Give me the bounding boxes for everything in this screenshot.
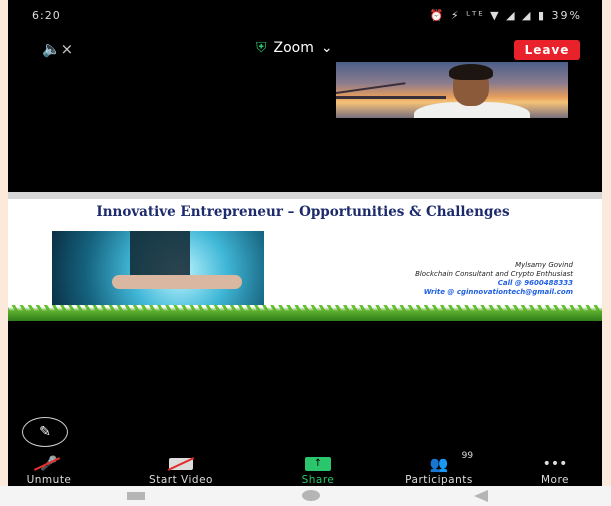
meeting-title-dropdown[interactable]: ⛨ Zoom ⌄ [256, 40, 333, 56]
back-button-icon[interactable] [474, 490, 488, 502]
leave-button[interactable]: Leave [514, 40, 580, 60]
grass-decoration [8, 307, 602, 321]
unmute-label: Unmute [26, 474, 72, 486]
chevron-down-icon: ⌄ [320, 40, 333, 56]
person-hair [449, 64, 493, 80]
zoom-meeting-screen: 6:20 ⏰ ⚡ ᴸᵀᴱ ▼ ◢ ◢ ▮ 39% 🔈× ⛨ Zoom ⌄ Lea… [8, 0, 602, 506]
meeting-top-bar: 🔈× ⛨ Zoom ⌄ Leave [8, 36, 602, 64]
microphone-muted-icon: 🎤 [34, 455, 61, 472]
presenter-phone: Call @ 9600488333 [497, 279, 573, 287]
more-label: More [540, 474, 570, 486]
android-navigation-bar [0, 486, 611, 506]
bridge-deck [336, 96, 446, 99]
start-video-button[interactable]: Start Video [136, 455, 226, 486]
more-dots-icon: ••• [542, 455, 568, 472]
participants-label: Participants [405, 474, 473, 486]
status-icons: ⏰ ⚡ ᴸᵀᴱ ▼ ◢ ◢ ▮ 39% [430, 9, 582, 22]
participants-count: 99 [461, 451, 474, 461]
shield-icon: ⛨ [256, 40, 267, 56]
businessman-suit [130, 231, 190, 277]
video-camera-off-icon [167, 455, 195, 472]
pencil-icon: ✎ [39, 424, 51, 440]
participant-video-thumbnail[interactable] [336, 62, 568, 118]
participants-icon: 👥 99 [429, 451, 474, 473]
annotate-pen-button[interactable]: ✎ [22, 417, 68, 447]
status-time: 6:20 [32, 9, 61, 22]
status-icon-glyphs: ⏰ ⚡ ᴸᵀᴱ ▼ ◢ ◢ ▮ [429, 9, 547, 22]
open-hand [112, 275, 242, 289]
shared-presentation-slide: Innovative Entrepreneur – Opportunities … [8, 199, 602, 321]
recents-button-icon[interactable] [127, 492, 145, 500]
speaker-muted-icon[interactable]: 🔈× [42, 40, 73, 58]
slide-hero-image [52, 231, 264, 305]
meeting-toolbar: 🎤 Unmute Start Video ↑ Share 👥 99 Partic… [8, 451, 602, 487]
presenter-name: Mylsamy Govind [515, 261, 573, 269]
start-video-label: Start Video [149, 474, 213, 486]
share-screen-icon: ↑ [305, 455, 331, 472]
status-bar: 6:20 ⏰ ⚡ ᴸᵀᴱ ▼ ◢ ◢ ▮ 39% [8, 0, 602, 30]
presenter-email: Write @ cginnovationtech@gmail.com [423, 288, 573, 296]
presenter-role: Blockchain Consultant and Crypto Enthusi… [415, 270, 573, 278]
home-button-icon[interactable] [302, 490, 320, 501]
presenter-info: Mylsamy Govind Blockchain Consultant and… [278, 261, 573, 297]
battery-percent: 39% [551, 9, 582, 22]
meeting-title: Zoom [273, 40, 314, 56]
slide-title: Innovative Entrepreneur – Opportunities … [96, 204, 510, 220]
share-button[interactable]: ↑ Share [273, 455, 363, 486]
participants-button[interactable]: 👥 99 Participants [394, 451, 484, 486]
unmute-button[interactable]: 🎤 Unmute [8, 455, 94, 487]
share-label: Share [301, 474, 335, 486]
more-button[interactable]: ••• More [510, 455, 600, 487]
